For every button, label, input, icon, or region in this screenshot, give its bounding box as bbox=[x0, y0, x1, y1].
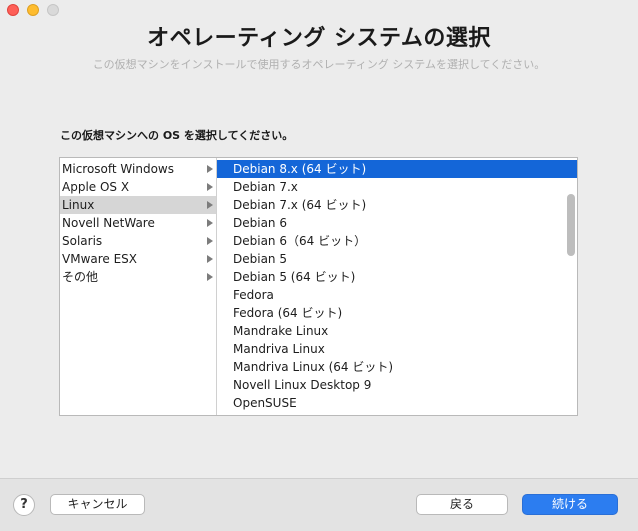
os-family-label: その他 bbox=[62, 270, 99, 284]
disclosure-arrow-icon bbox=[207, 273, 213, 281]
version-list-scrollbar[interactable] bbox=[567, 194, 575, 256]
os-family-item[interactable]: Solaris bbox=[60, 232, 216, 250]
disclosure-arrow-icon bbox=[207, 183, 213, 191]
os-version-item[interactable]: OpenSUSE (64 ビット) bbox=[217, 412, 577, 415]
disclosure-arrow-icon bbox=[207, 201, 213, 209]
dialog-title: オペレーティング システムの選択 bbox=[147, 26, 491, 51]
os-family-item[interactable]: その他 bbox=[60, 268, 216, 286]
os-family-item[interactable]: Linux bbox=[60, 196, 216, 214]
os-version-item[interactable]: OpenSUSE bbox=[217, 394, 577, 412]
os-version-item[interactable]: Novell Linux Desktop 9 bbox=[217, 376, 577, 394]
os-family-label: VMware ESX bbox=[62, 252, 138, 266]
continue-button[interactable]: 続ける bbox=[522, 494, 618, 515]
disclosure-arrow-icon bbox=[207, 237, 213, 245]
close-window-button[interactable] bbox=[7, 4, 19, 16]
dialog-subtitle: この仮想マシンをインストールで使用するオペレーティング システムを選択してくださ… bbox=[92, 58, 546, 71]
os-version-item[interactable]: Mandriva Linux (64 ビット) bbox=[217, 358, 577, 376]
window-controls bbox=[7, 4, 59, 16]
os-version-item[interactable]: Debian 6（64 ビット） bbox=[217, 232, 577, 250]
back-button[interactable]: 戻る bbox=[416, 494, 508, 515]
os-family-item[interactable]: Apple OS X bbox=[60, 178, 216, 196]
os-version-item[interactable]: Debian 8.x (64 ビット) bbox=[217, 160, 577, 178]
os-version-item[interactable]: Debian 7.x (64 ビット) bbox=[217, 196, 577, 214]
os-chooser: Microsoft Windows Apple OS X Linux Novell N… bbox=[59, 157, 578, 416]
disclosure-arrow-icon bbox=[207, 219, 213, 227]
zoom-window-button[interactable] bbox=[47, 4, 59, 16]
os-version-item[interactable]: Mandrake Linux bbox=[217, 322, 577, 340]
os-version-item[interactable]: Debian 6 bbox=[217, 214, 577, 232]
os-family-label: Apple OS X bbox=[62, 180, 130, 194]
os-version-item[interactable]: Debian 5 bbox=[217, 250, 577, 268]
os-family-item[interactable]: Novell NetWare bbox=[60, 214, 216, 232]
os-version-item[interactable]: Fedora bbox=[217, 286, 577, 304]
os-family-item[interactable]: VMware ESX bbox=[60, 250, 216, 268]
os-family-label: Novell NetWare bbox=[62, 216, 155, 230]
help-button[interactable]: ? bbox=[13, 494, 35, 516]
os-prompt-label: この仮想マシンへの OS を選択してください。 bbox=[60, 129, 294, 142]
disclosure-arrow-icon bbox=[207, 165, 213, 173]
os-version-list[interactable]: Debian 8.x (64 ビット) Debian 7.x Debian 7.x … bbox=[217, 158, 577, 415]
cancel-button[interactable]: キャンセル bbox=[50, 494, 145, 515]
os-family-item[interactable]: Microsoft Windows bbox=[60, 160, 216, 178]
os-version-item[interactable]: Debian 5 (64 ビット) bbox=[217, 268, 577, 286]
os-family-label: Microsoft Windows bbox=[62, 162, 174, 176]
disclosure-arrow-icon bbox=[207, 255, 213, 263]
os-version-item[interactable]: Fedora (64 ビット) bbox=[217, 304, 577, 322]
os-family-label: Solaris bbox=[62, 234, 103, 248]
os-family-label: Linux bbox=[62, 198, 95, 212]
minimize-window-button[interactable] bbox=[27, 4, 39, 16]
os-family-list: Microsoft Windows Apple OS X Linux Novell N… bbox=[60, 158, 217, 415]
os-version-item[interactable]: Debian 7.x bbox=[217, 178, 577, 196]
os-version-item[interactable]: Mandriva Linux bbox=[217, 340, 577, 358]
